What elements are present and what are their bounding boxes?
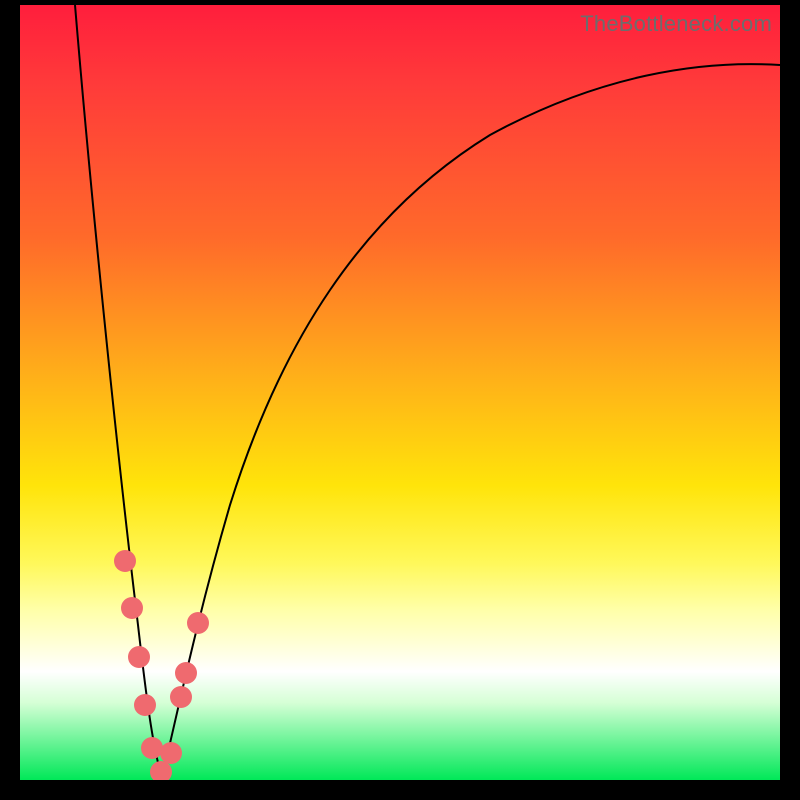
chart-frame: TheBottleneck.com [0,0,800,800]
bottleneck-curve [20,5,780,780]
plot-area: TheBottleneck.com [20,5,780,780]
highlight-dots [114,550,209,780]
curve-right-branch [162,64,780,777]
